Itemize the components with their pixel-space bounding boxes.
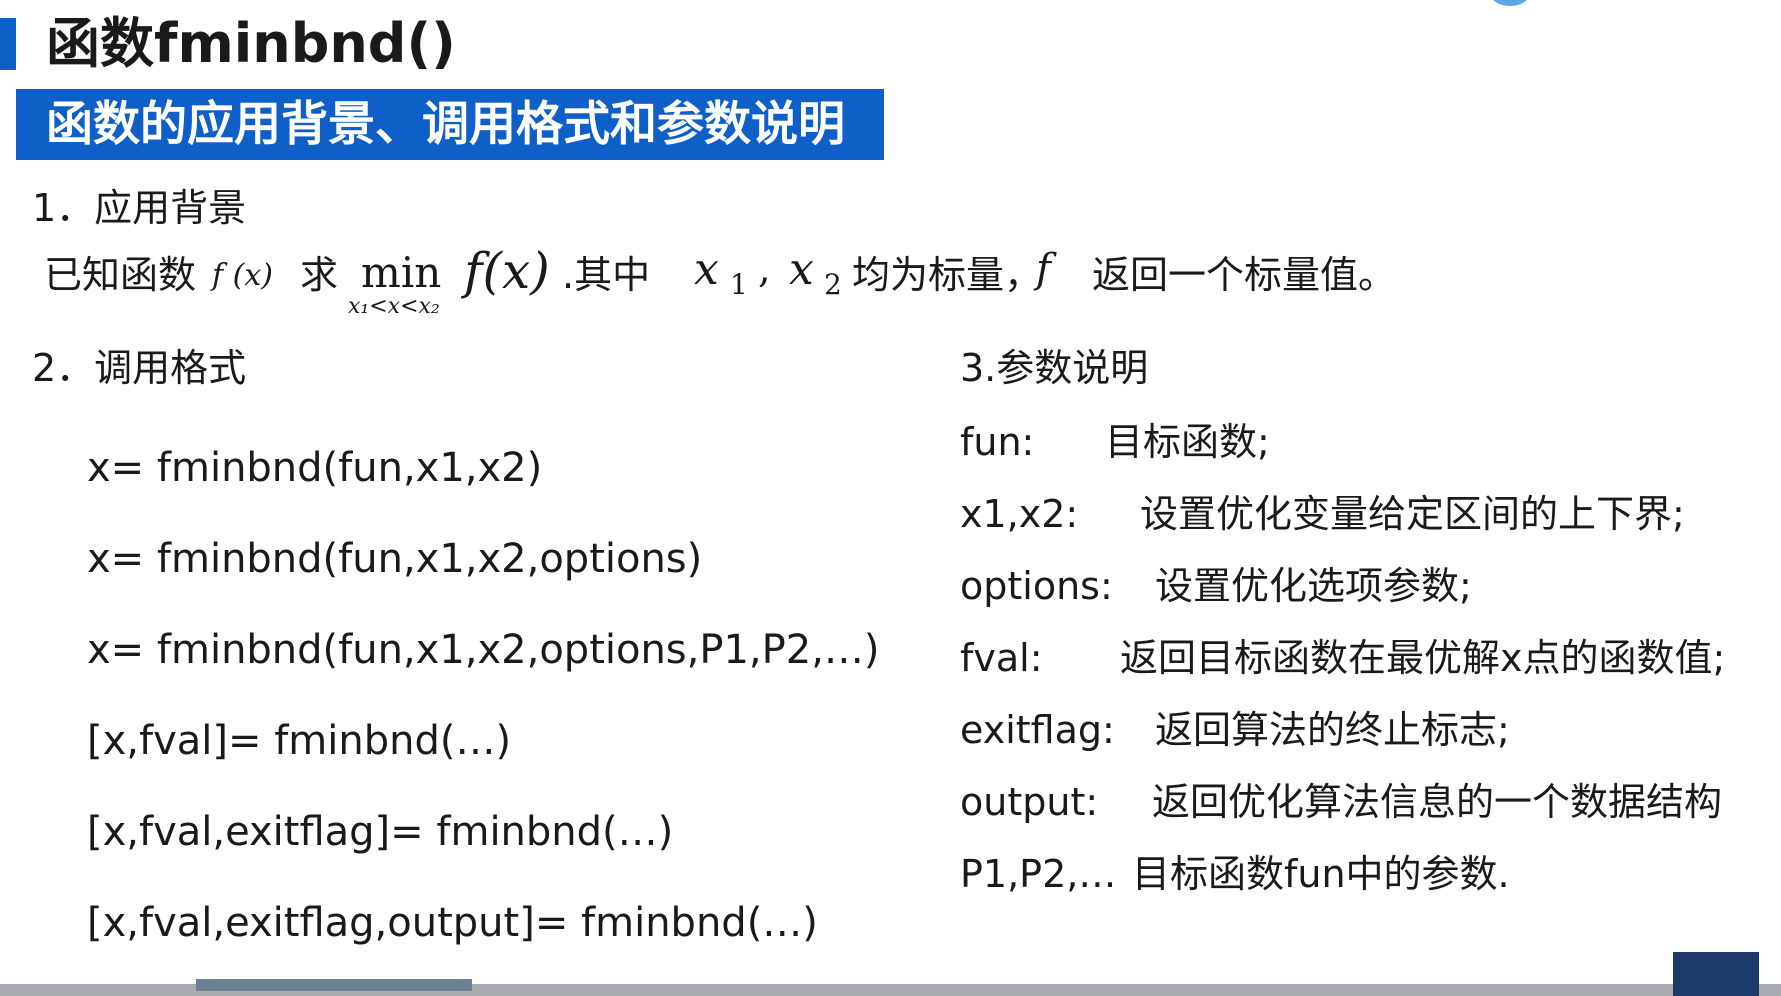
background-formula-line: 已知函数 f (x) 求 min x₁<x<x₂ f(x) .其中 x 1 , … xyxy=(44,242,1444,323)
params-heading: 3.参数说明 xyxy=(960,346,1149,390)
syntax-line: [x,fval,exitflag,output]= fminbnd(…) xyxy=(87,900,818,946)
x2-variable: x xyxy=(789,244,814,295)
returns-scalar-text: 返回一个标量值。 xyxy=(1092,253,1397,297)
section-banner-text: 函数的应用背景、调用格式和参数说明 xyxy=(46,97,845,152)
param-desc: 目标函数; xyxy=(1105,420,1270,464)
param-name: output: xyxy=(960,780,1099,824)
x2-subscript: 2 xyxy=(824,268,842,301)
syntax-line: x= fminbnd(fun,x1,x2,options) xyxy=(87,536,703,582)
are-scalars-text: 均为标量， xyxy=(852,253,1043,297)
param-desc: 返回算法的终止标志; xyxy=(1155,708,1510,752)
param-desc: 目标函数fun中的参数. xyxy=(1132,852,1510,896)
f-of-x: f(x) xyxy=(464,242,550,300)
syntax-heading: 2．调用格式 xyxy=(32,346,247,390)
page-number-box xyxy=(1673,952,1759,996)
progress-thumb[interactable] xyxy=(196,979,472,991)
comma: , xyxy=(758,246,771,292)
syntax-line: [x,fval,exitflag]= fminbnd(…) xyxy=(87,809,674,855)
param-desc: 返回目标函数在最优解x点的函数值; xyxy=(1120,636,1726,680)
param-desc: 返回优化算法信息的一个数据结构 xyxy=(1152,780,1723,824)
param-name: fun: xyxy=(960,420,1035,464)
where-text: .其中 xyxy=(562,253,651,297)
param-name: P1,P2,… xyxy=(960,852,1117,896)
page-title: 函数fminbnd() xyxy=(46,12,456,75)
param-name: x1,x2: xyxy=(960,492,1079,536)
f-variable: f xyxy=(1036,246,1051,292)
title-accent-bar xyxy=(0,18,16,70)
syntax-line: [x,fval]= fminbnd(…) xyxy=(87,718,512,764)
top-edge-marker xyxy=(1490,0,1530,6)
param-desc: 设置优化选项参数; xyxy=(1155,564,1472,608)
min-operator: min xyxy=(361,248,442,297)
x1-variable: x xyxy=(694,244,719,295)
background-heading: 1．应用背景 xyxy=(32,186,247,230)
syntax-line: x= fminbnd(fun,x1,x2,options,P1,P2,…) xyxy=(87,627,880,673)
section-banner: 函数的应用背景、调用格式和参数说明 xyxy=(16,89,884,160)
f-of-x-small: f (x) xyxy=(212,258,273,293)
param-name: fval: xyxy=(960,636,1043,680)
min-constraint: x₁<x<x₂ xyxy=(348,294,440,319)
param-desc: 设置优化变量给定区间的上下界; xyxy=(1140,492,1685,536)
syntax-line: x= fminbnd(fun,x1,x2) xyxy=(87,445,543,491)
known-function-text: 已知函数 xyxy=(44,253,197,297)
x1-subscript: 1 xyxy=(730,268,748,301)
param-name: options: xyxy=(960,564,1113,608)
param-name: exitflag: xyxy=(960,708,1115,752)
seek-text: 求 xyxy=(300,253,339,297)
